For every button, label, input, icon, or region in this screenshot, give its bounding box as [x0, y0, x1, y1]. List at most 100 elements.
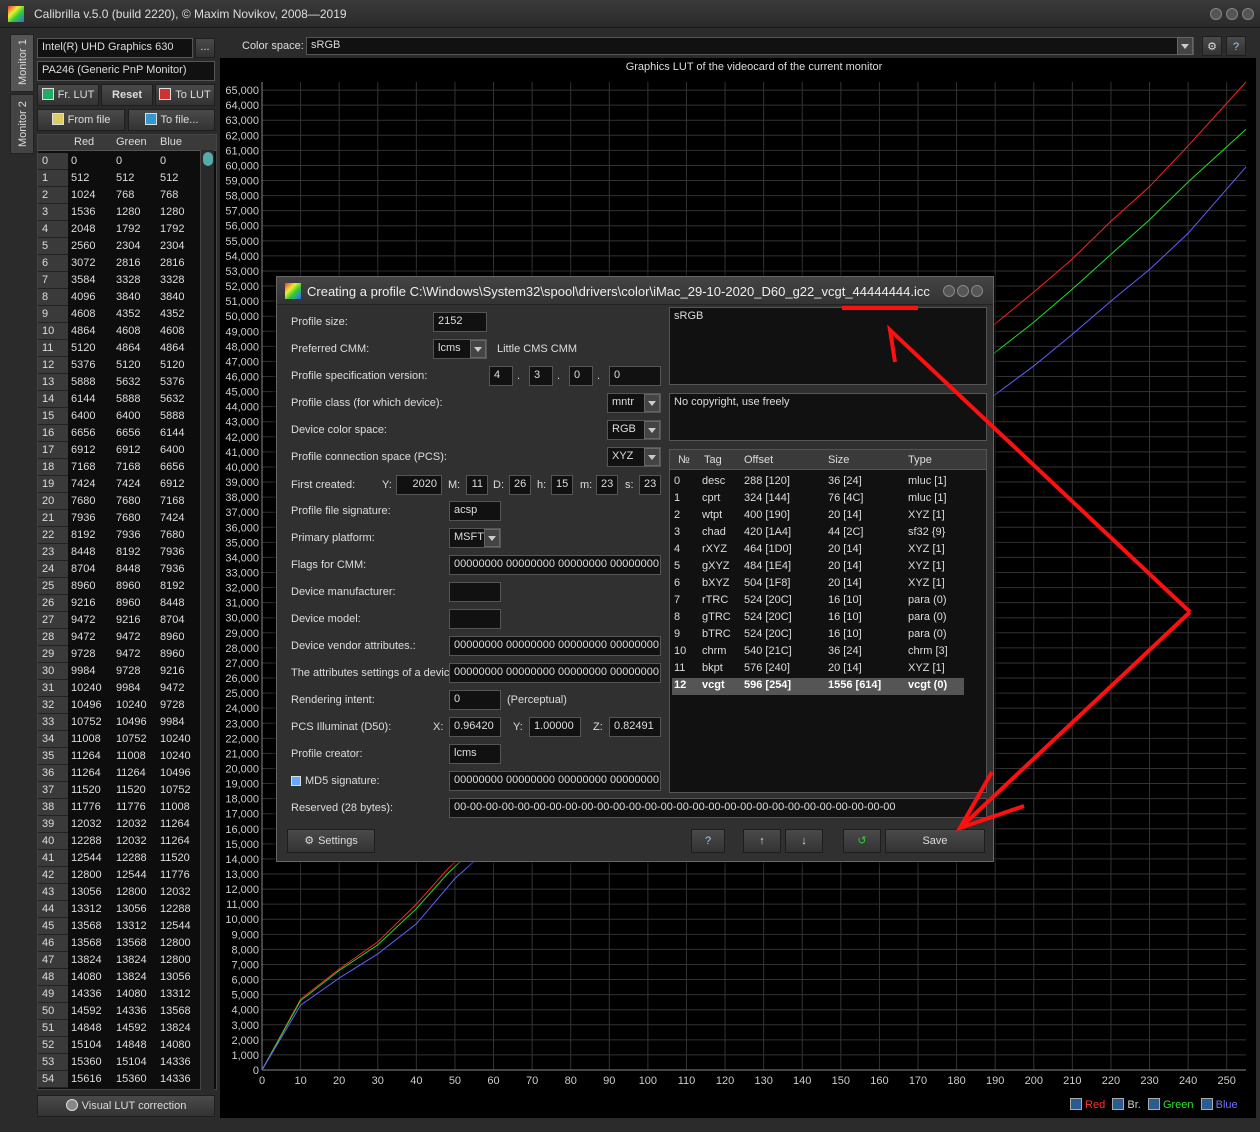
to-file-button[interactable]: To file... — [128, 109, 215, 131]
lut-blue-value[interactable]: 5376 — [160, 374, 184, 390]
lut-row[interactable]: 30 9984 9728 9216 — [38, 663, 216, 680]
lut-red-value[interactable]: 11264 — [71, 765, 101, 781]
lut-green-value[interactable]: 8960 — [116, 595, 140, 611]
scroll-thumb[interactable] — [203, 152, 213, 166]
lut-green-value[interactable]: 3840 — [116, 289, 140, 305]
lut-row[interactable]: 24 8704 8448 7936 — [38, 561, 216, 578]
lut-green-value[interactable]: 8192 — [116, 544, 140, 560]
tab-monitor-2[interactable]: Monitor 2 — [10, 94, 34, 154]
lut-red-value[interactable]: 1024 — [71, 187, 95, 203]
lut-red-value[interactable]: 2048 — [71, 221, 95, 237]
dialog-maximize-button[interactable] — [957, 285, 969, 297]
lut-red-value[interactable]: 6656 — [71, 425, 95, 441]
lut-green-value[interactable]: 12800 — [116, 884, 147, 900]
lut-green-value[interactable]: 6912 — [116, 442, 140, 458]
lut-red-value[interactable]: 13824 — [71, 952, 102, 968]
lut-blue-value[interactable]: 2816 — [160, 255, 184, 271]
lut-blue-value[interactable]: 4352 — [160, 306, 184, 322]
copyright-textarea[interactable]: No copyright, use freely — [669, 393, 987, 441]
lut-green-value[interactable]: 5632 — [116, 374, 140, 390]
lut-green-value[interactable]: 10752 — [116, 731, 147, 747]
lut-blue-value[interactable]: 10240 — [160, 748, 191, 764]
lut-blue-value[interactable]: 1280 — [160, 204, 184, 220]
lut-green-value[interactable]: 13824 — [116, 952, 147, 968]
lut-row[interactable]: 42 12800 12544 11776 — [38, 867, 216, 884]
help-button[interactable]: ? — [691, 829, 725, 853]
lut-blue-value[interactable]: 6144 — [160, 425, 184, 441]
tag-row[interactable]: 5 gXYZ 484 [1E4] 20 [14] XYZ [1] — [672, 559, 964, 576]
lut-red-value[interactable]: 9472 — [71, 612, 95, 628]
lut-blue-value[interactable]: 9216 — [160, 663, 184, 679]
day-field[interactable]: 26 — [509, 475, 531, 495]
lut-green-value[interactable]: 9216 — [116, 612, 140, 628]
lut-blue-value[interactable]: 5632 — [160, 391, 184, 407]
lut-red-value[interactable]: 9728 — [71, 646, 95, 662]
rendering-intent-field[interactable]: 0 — [449, 690, 501, 710]
lut-green-value[interactable]: 9472 — [116, 629, 140, 645]
lut-row[interactable]: 26 9216 8960 8448 — [38, 595, 216, 612]
lut-green-value[interactable]: 13056 — [116, 901, 147, 917]
tag-row[interactable]: 4 rXYZ 464 [1D0] 20 [14] XYZ [1] — [672, 542, 964, 559]
lut-row[interactable]: 13 5888 5632 5376 — [38, 374, 216, 391]
tag-row[interactable]: 3 chad 420 [1A4] 44 [2C] sf32 {9} — [672, 525, 964, 542]
lut-blue-value[interactable]: 8960 — [160, 629, 184, 645]
lut-red-value[interactable]: 10240 — [71, 680, 102, 696]
lut-blue-value[interactable]: 11264 — [160, 833, 190, 849]
platform-dropdown-arrow[interactable] — [484, 529, 500, 547]
lut-red-value[interactable]: 12032 — [71, 816, 102, 832]
month-field[interactable]: 11 — [466, 475, 488, 495]
lut-row[interactable]: 4 2048 1792 1792 — [38, 221, 216, 238]
tag-row[interactable]: 8 gTRC 524 [20C] 16 [10] para (0) — [672, 610, 964, 627]
reset-button[interactable]: Reset — [101, 84, 153, 106]
lut-row[interactable]: 5 2560 2304 2304 — [38, 238, 216, 255]
lut-blue-value[interactable]: 10240 — [160, 731, 191, 747]
apply-icon[interactable]: ↺ — [843, 829, 881, 853]
maximize-button[interactable] — [1226, 8, 1238, 20]
lut-green-value[interactable]: 12032 — [116, 833, 147, 849]
lut-row[interactable]: 43 13056 12800 12032 — [38, 884, 216, 901]
lut-green-value[interactable]: 15360 — [116, 1071, 147, 1087]
illuminant-y-field[interactable]: 1.00000 — [529, 717, 581, 737]
lut-blue-value[interactable]: 0 — [160, 153, 166, 169]
lut-red-value[interactable]: 6400 — [71, 408, 95, 424]
tag-row[interactable]: 11 bkpt 576 [240] 20 [14] XYZ [1] — [672, 661, 964, 678]
lut-row[interactable]: 36 11264 11264 10496 — [38, 765, 216, 782]
lut-red-value[interactable]: 8960 — [71, 578, 95, 594]
lut-blue-value[interactable]: 4608 — [160, 323, 184, 339]
lut-red-value[interactable]: 6144 — [71, 391, 95, 407]
lut-green-value[interactable]: 13312 — [116, 918, 147, 934]
lut-green-value[interactable]: 7680 — [116, 493, 140, 509]
lut-red-value[interactable]: 14080 — [71, 969, 102, 985]
lut-green-value[interactable]: 3328 — [116, 272, 140, 288]
md5-field[interactable]: 00000000 00000000 00000000 00000000 — [449, 771, 661, 791]
attributes-settings-field[interactable]: 00000000 00000000 00000000 00000000 — [449, 663, 661, 683]
profile-size-field[interactable]: 2152 — [433, 312, 487, 332]
hour-field[interactable]: 15 — [551, 475, 573, 495]
lut-blue-value[interactable]: 14336 — [160, 1071, 191, 1087]
lut-red-value[interactable]: 13568 — [71, 935, 102, 951]
colorspace-select[interactable]: sRGB — [306, 37, 1194, 55]
pcs-dropdown-arrow[interactable] — [644, 448, 660, 466]
lut-blue-value[interactable]: 11264 — [160, 816, 190, 832]
lut-red-value[interactable]: 11776 — [71, 799, 101, 815]
lut-red-value[interactable]: 14592 — [71, 1003, 102, 1019]
lut-row[interactable]: 54 15616 15360 14336 — [38, 1071, 216, 1088]
lut-blue-value[interactable]: 5888 — [160, 408, 184, 424]
lut-green-value[interactable]: 12032 — [116, 816, 147, 832]
lut-row[interactable]: 25 8960 8960 8192 — [38, 578, 216, 595]
lut-row[interactable]: 50 14592 14336 13568 — [38, 1003, 216, 1020]
lut-red-value[interactable]: 8192 — [71, 527, 95, 543]
lut-blue-value[interactable]: 13056 — [160, 969, 191, 985]
lut-red-value[interactable]: 11520 — [71, 782, 101, 798]
lut-blue-value[interactable]: 512 — [160, 170, 178, 186]
lut-green-value[interactable]: 11264 — [116, 765, 146, 781]
spec-version-build[interactable]: 0 — [609, 366, 661, 386]
lut-blue-value[interactable]: 768 — [160, 187, 178, 203]
lut-row[interactable]: 11 5120 4864 4864 — [38, 340, 216, 357]
tag-row[interactable]: 12 vcgt 596 [254] 1556 [614] vcgt (0) — [672, 678, 964, 695]
tag-row[interactable]: 7 rTRC 524 [20C] 16 [10] para (0) — [672, 593, 964, 610]
lut-blue-value[interactable]: 9472 — [160, 680, 184, 696]
lut-green-value[interactable]: 13824 — [116, 969, 147, 985]
lut-green-value[interactable]: 7680 — [116, 510, 140, 526]
creator-field[interactable]: lcms — [449, 744, 501, 764]
